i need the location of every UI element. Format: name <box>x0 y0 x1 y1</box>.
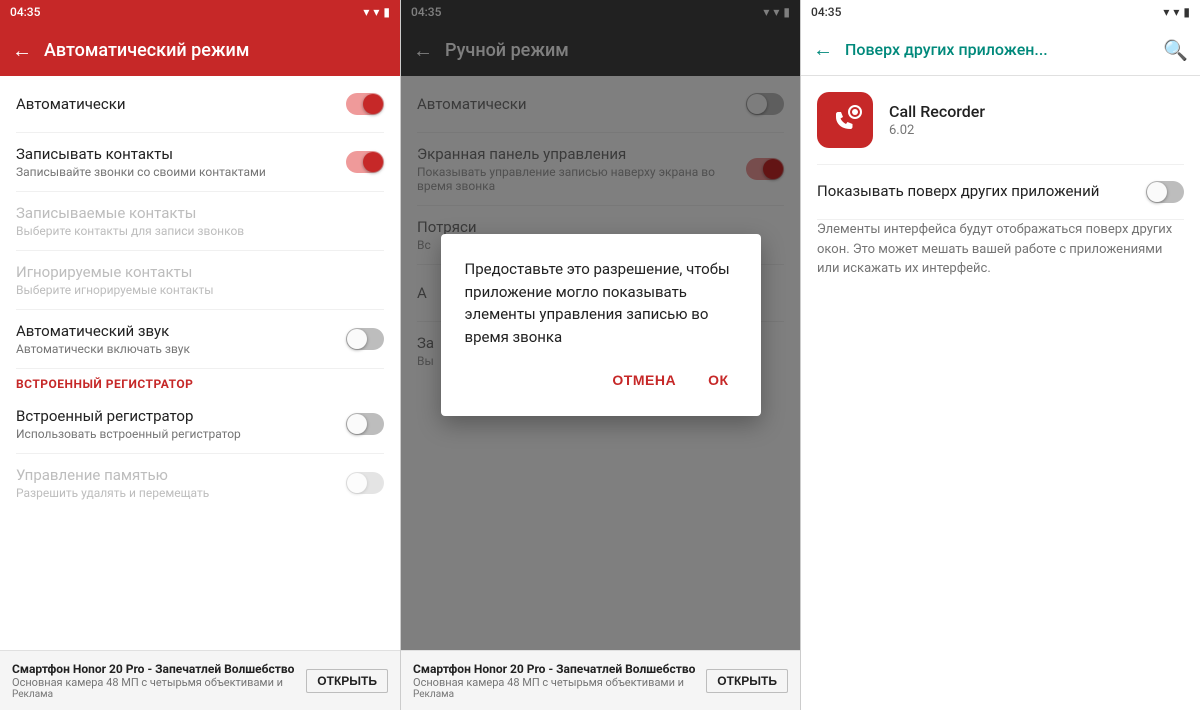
app-name: Call Recorder <box>889 102 985 121</box>
setting-record-contacts[interactable]: Записывать контакты Записывайте звонки с… <box>0 133 400 191</box>
permission-toggle-row[interactable]: Показывать поверх других приложений <box>801 165 1200 219</box>
toolbar-title-1: Автоматический режим <box>44 40 388 61</box>
ad-subtitle-2: Основная камера 48 МП с четырьмя объекти… <box>413 676 698 689</box>
toggle-memory-mgmt <box>346 472 384 494</box>
toggle-overlay-permission[interactable] <box>1146 181 1184 203</box>
battery-icon-1: ▮ <box>383 5 390 19</box>
setting-memory-mgmt: Управление памятью Разрешить удалять и п… <box>0 454 400 512</box>
setting-rc-title: Записывать контакты <box>16 145 346 163</box>
toggle-br-thumb <box>347 414 367 434</box>
status-bar-1: 04:35 ▾ ▾ ▮ <box>0 0 400 24</box>
dialog-text: Предоставьте это разрешение, чтобы прило… <box>465 258 737 348</box>
setting-auto-title: Автоматически <box>16 95 346 113</box>
content-3: Call Recorder 6.02 Показывать поверх дру… <box>801 76 1200 710</box>
status-icons-1: ▾ ▾ ▮ <box>363 5 390 19</box>
app-icon-call-recorder <box>817 92 873 148</box>
setting-ic-title: Игнорируемые контакты <box>16 263 384 281</box>
setting-rdc-title: Записываемые контакты <box>16 204 384 222</box>
app-row: Call Recorder 6.02 <box>801 76 1200 164</box>
ad-banner-1: Смартфон Honor 20 Pro - Запечатлей Волше… <box>0 650 400 710</box>
panel-manual-mode: 04:35 ▾ ▾ ▮ ← Ручной режим Автоматически… <box>400 0 800 710</box>
setting-builtin-recorder[interactable]: Встроенный регистратор Использовать встр… <box>0 395 400 453</box>
setting-rc-subtitle: Записывайте звонки со своими контактами <box>16 165 346 179</box>
battery-icon-3: ▮ <box>1183 5 1190 19</box>
app-info: Call Recorder 6.02 <box>889 102 985 138</box>
setting-auto-sound[interactable]: Автоматический звук Автоматически включа… <box>0 310 400 368</box>
panel-overlay-permission: 04:35 ▾ ▾ ▮ ← Поверх других приложен... … <box>800 0 1200 710</box>
ad-content-2: Смартфон Honor 20 Pro - Запечатлей Волше… <box>413 662 698 700</box>
signal-icon-3: ▾ <box>1163 5 1169 19</box>
panel-automatic-mode: 04:35 ▾ ▾ ▮ ← Автоматический режим Автом… <box>0 0 400 710</box>
setting-ignored-contacts: Игнорируемые контакты Выберите игнорируе… <box>0 251 400 309</box>
dialog-cancel-btn[interactable]: ОТМЕНА <box>604 368 684 392</box>
toggle-auto[interactable] <box>346 93 384 115</box>
setting-recorded-contacts: Записываемые контакты Выберите контакты … <box>0 192 400 250</box>
search-icon-3[interactable]: 🔍 <box>1163 38 1188 62</box>
toggle-auto-thumb <box>363 94 383 114</box>
toggle-mm-thumb <box>347 473 367 493</box>
status-bar-3: 04:35 ▾ ▾ ▮ <box>801 0 1200 24</box>
ad-label-2: Реклама <box>413 689 698 700</box>
setting-br-title: Встроенный регистратор <box>16 407 346 425</box>
setting-as-subtitle: Автоматически включать звук <box>16 342 346 356</box>
call-recorder-svg <box>821 96 869 144</box>
setting-auto[interactable]: Автоматически <box>0 76 400 132</box>
app-version: 6.02 <box>889 123 985 138</box>
permission-dialog: Предоставьте это разрешение, чтобы прило… <box>441 234 761 416</box>
ad-banner-2: Смартфон Honor 20 Pro - Запечатлей Волше… <box>401 650 800 710</box>
toggle-record-contacts[interactable] <box>346 151 384 173</box>
status-time-1: 04:35 <box>10 5 40 19</box>
toggle-as-thumb <box>347 329 367 349</box>
setting-rdc-subtitle: Выберите контакты для записи звонков <box>16 224 384 238</box>
dialog-ok-btn[interactable]: ОК <box>700 368 736 392</box>
setting-as-title: Автоматический звук <box>16 322 346 340</box>
ad-label-1: Реклама <box>12 689 298 700</box>
permission-desc: Элементы интерфейса будут отображаться п… <box>801 220 1200 295</box>
toolbar-title-3: Поверх других приложен... <box>845 40 1151 59</box>
status-time-3: 04:35 <box>811 5 841 19</box>
toolbar-3: ← Поверх других приложен... 🔍 <box>801 24 1200 76</box>
toggle-op-thumb <box>1147 182 1167 202</box>
setting-br-subtitle: Использовать встроенный регистратор <box>16 427 346 441</box>
setting-ic-subtitle: Выберите игнорируемые контакты <box>16 283 384 297</box>
dialog-buttons: ОТМЕНА ОК <box>465 368 737 392</box>
dialog-overlay: Предоставьте это разрешение, чтобы прило… <box>401 0 800 650</box>
ad-subtitle-1: Основная камера 48 МП с четырьмя объекти… <box>12 676 298 689</box>
toggle-builtin-recorder[interactable] <box>346 413 384 435</box>
content-1: Автоматически Записывать контакты Записы… <box>0 76 400 650</box>
ad-open-btn-2[interactable]: ОТКРЫТЬ <box>706 669 788 693</box>
wifi-icon-1: ▾ <box>373 5 379 19</box>
ad-content-1: Смартфон Honor 20 Pro - Запечатлей Волше… <box>12 662 298 700</box>
permission-label: Показывать поверх других приложений <box>817 182 1146 202</box>
ad-open-btn-1[interactable]: ОТКРЫТЬ <box>306 669 388 693</box>
back-button-3[interactable]: ← <box>813 37 833 62</box>
status-icons-3: ▾ ▾ ▮ <box>1163 5 1190 19</box>
setting-mm-title: Управление памятью <box>16 466 346 484</box>
signal-icon-1: ▾ <box>363 5 369 19</box>
back-button-1[interactable]: ← <box>12 38 32 63</box>
ad-title-1: Смартфон Honor 20 Pro - Запечатлей Волше… <box>12 662 298 676</box>
toolbar-1: ← Автоматический режим <box>0 24 400 76</box>
setting-mm-subtitle: Разрешить удалять и перемещать <box>16 486 346 500</box>
section-header-builtin: ВСТРОЕННЫЙ РЕГИСТРАТОР <box>0 369 400 395</box>
ad-title-2: Смартфон Honor 20 Pro - Запечатлей Волше… <box>413 662 698 676</box>
toggle-auto-sound[interactable] <box>346 328 384 350</box>
toggle-rc-thumb <box>363 152 383 172</box>
wifi-icon-3: ▾ <box>1173 5 1179 19</box>
